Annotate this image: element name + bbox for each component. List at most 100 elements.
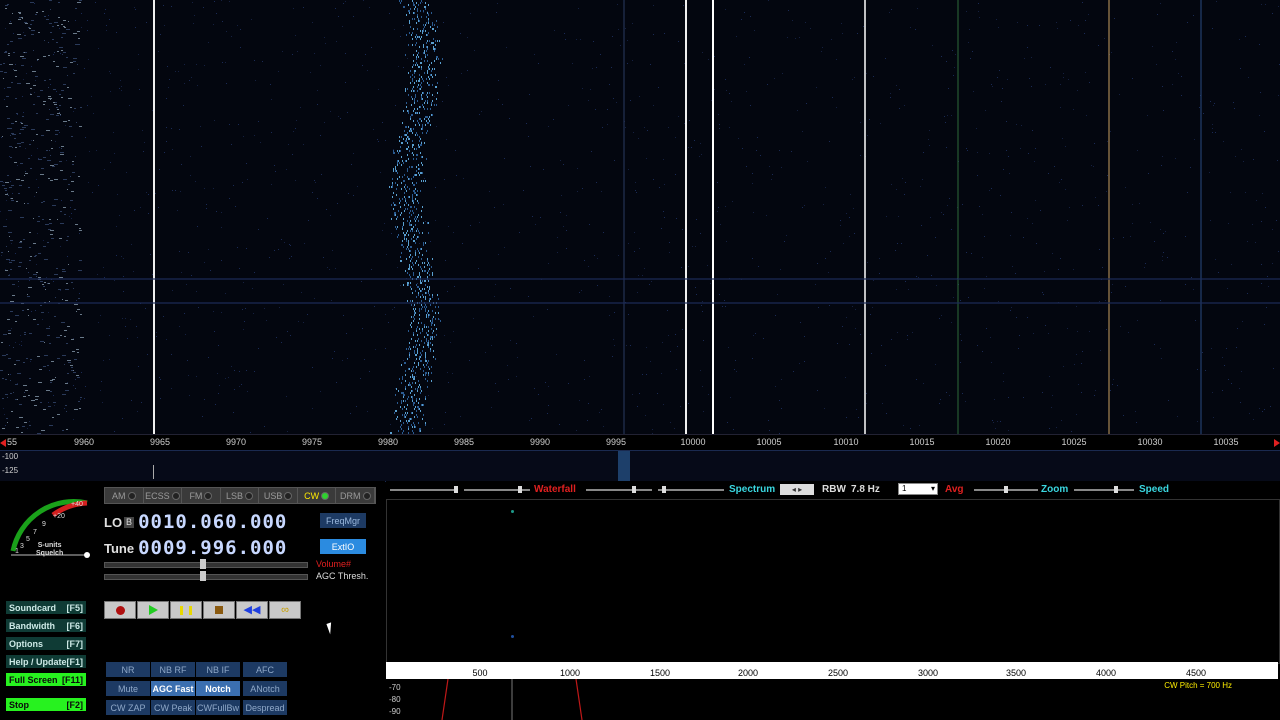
waterfall-brightness-slider[interactable] [464,486,530,493]
cwfullbw-button[interactable]: CWFullBw [196,700,240,715]
scroll-right-arrow-icon[interactable] [1274,439,1280,447]
nb-if-button[interactable]: NB IF [196,662,240,677]
tune-frequency-display[interactable]: 0009.996.000 [138,537,287,559]
nb-rf-button[interactable]: NB RF [151,662,195,677]
help-update-button[interactable]: Help / Update [F1] [6,655,86,668]
volume-slider[interactable] [104,559,308,569]
mode-led-icon [284,491,293,500]
frequency-tick-label: 10015 [909,437,935,447]
tune-frequency-row: Tune 0009.996.000 [104,537,287,559]
agc-threshold-label: AGC Thresh. [316,571,369,581]
mode-led-icon [362,491,371,500]
bandwidth-button[interactable]: Bandwidth [F6] [6,619,86,632]
mode-label: AM [112,490,126,501]
spectrum-brightness-slider[interactable] [658,486,724,493]
waterfall-canvas [0,0,1280,434]
lo-b-button[interactable]: B [124,516,135,528]
mode-label: USB [263,490,283,501]
shortcut-key: [F11] [61,674,83,685]
waterfall-display[interactable] [0,0,1280,434]
speed-label: Speed [1139,484,1170,495]
pause-button[interactable] [170,601,202,619]
frequency-tick-label: 9975 [301,437,323,447]
extio-button[interactable]: ExtIO [320,539,366,554]
avg-select[interactable]: 1 ▾ [898,483,938,495]
demodulation-mode-bar: AM ECSS FM LSB USB CW DRM [104,487,376,504]
smeter-units-label: S-units [37,542,62,549]
mode-button-fm[interactable]: FM [182,488,221,503]
smeter-scale-label: 3 [20,543,24,550]
soundcard-button[interactable]: Soundcard [F5] [6,601,86,614]
avg-select-value: 1 [902,484,907,493]
db-label: -125 [2,466,19,475]
button-label: Stop [9,699,29,710]
loop-button[interactable]: ∞ [269,601,301,619]
cw-zap-button[interactable]: CW ZAP [106,700,150,715]
mode-led-icon [171,491,180,500]
tuned-frequency-marker[interactable] [618,451,630,481]
mode-button-cw[interactable]: CW [298,488,337,503]
lo-frequency-display[interactable]: 0010.060.000 [138,511,287,533]
frequency-tick-label: 10010 [833,437,859,447]
mode-button-am[interactable]: AM [105,488,144,503]
rbw-value: 7.8 Hz [851,484,880,495]
cw-peak-button[interactable]: CW Peak [151,700,195,715]
rbw-stepper[interactable]: ◂ ▸ [780,484,814,495]
lo-label: LO [104,514,123,530]
play-button[interactable] [137,601,169,619]
stop-icon [215,606,223,614]
speed-slider[interactable] [1074,486,1134,493]
spectrum-label: Spectrum [729,484,776,495]
audio-level-display[interactable]: -70 -80 -90 CW Pitch = 700 Hz [386,679,1278,720]
afc-button[interactable]: AFC [243,662,287,677]
loop-icon: ∞ [281,604,289,616]
signal-peak [153,465,154,479]
scroll-left-arrow-icon[interactable] [0,439,6,447]
mouse-cursor [326,620,340,635]
lo-frequency-row: LO B 0010.060.000 [104,511,287,533]
agc-fast-button[interactable]: AGC Fast [151,681,195,696]
audio-frequency-tick: 1500 [649,668,671,678]
freqmgr-button[interactable]: FreqMgr [320,513,366,528]
record-icon [115,605,125,615]
mute-button[interactable]: Mute [106,681,150,696]
audio-frequency-tick: 3500 [1005,668,1027,678]
stop-button[interactable]: Stop [F2] [6,698,86,711]
audio-frequency-tick: 2500 [827,668,849,678]
mode-button-usb[interactable]: USB [259,488,298,503]
options-button[interactable]: Options [F7] [6,637,86,650]
stop-playback-button[interactable] [203,601,235,619]
nr-button[interactable]: NR [106,662,150,677]
shortcut-key: [F6] [66,620,84,631]
spectrum-strip[interactable]: -100 -125 [0,450,1280,482]
spectrum-contrast-slider[interactable] [586,486,652,493]
despread-button[interactable]: Despread [243,700,287,715]
full-screen-button[interactable]: Full Screen [F11] [6,673,86,686]
volume-label: Volume# [316,559,352,569]
mode-label: LSB [226,490,244,501]
frequency-tick-label: 9995 [605,437,627,447]
mode-label: CW [304,490,320,501]
zoom-slider[interactable] [974,486,1038,493]
avg-label: Avg [945,484,964,495]
smeter-scale-label: 5 [26,536,30,543]
frequency-tick-label: 9965 [149,437,171,447]
mode-button-drm[interactable]: DRM [336,488,376,503]
mode-button-lsb[interactable]: LSB [221,488,260,503]
audio-frequency-tick: 1000 [559,668,581,678]
anotch-button[interactable]: ANotch [243,681,287,696]
audio-frequency-tick: 500 [472,668,488,678]
shortcut-key: [F1] [66,656,84,667]
rewind-button[interactable]: ◀◀ [236,601,268,619]
transport-controls: ◀◀ ∞ [104,601,301,619]
pause-icon [180,605,192,615]
audio-spectrum-display[interactable] [386,499,1280,664]
record-button[interactable] [104,601,136,619]
notch-button[interactable]: Notch [196,681,240,696]
mode-button-ecss[interactable]: ECSS [144,488,183,503]
waterfall-contrast-slider[interactable] [390,486,458,493]
frequency-ruler[interactable]: 55 9960 9965 9970 9975 9980 9985 9990 9995 10000 1… [0,434,1280,451]
agc-threshold-slider[interactable] [104,571,308,581]
button-label: Help / Update [9,656,67,667]
frequency-tick-label: 9985 [453,437,475,447]
